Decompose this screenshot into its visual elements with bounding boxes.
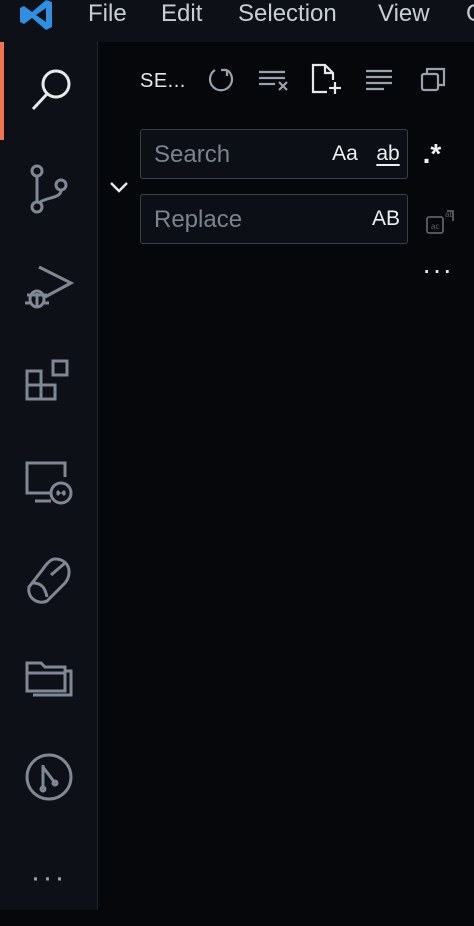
preserve-case-toggle[interactable]: AB <box>367 203 405 235</box>
activity-git-graph[interactable] <box>0 728 97 826</box>
svg-text:ac: ac <box>431 222 439 231</box>
collapse-all-button[interactable] <box>362 62 396 96</box>
testing-icon <box>26 557 71 604</box>
activity-run-debug[interactable] <box>0 238 97 336</box>
new-search-editor-icon <box>311 63 341 94</box>
collapse-all-icon <box>366 69 392 91</box>
menu-bar: File Edit Selection View G <box>0 0 474 42</box>
menu-edit[interactable]: Edit <box>161 0 202 30</box>
search-input[interactable] <box>141 130 336 180</box>
explorer-icon <box>25 661 72 697</box>
replace-all-icon: ab ac <box>426 210 454 234</box>
search-icon <box>31 69 70 111</box>
remote-explorer-icon <box>25 461 72 505</box>
refresh-button[interactable] <box>204 62 238 96</box>
activity-more[interactable]: ··· <box>0 830 97 926</box>
git-graph-icon <box>25 753 72 801</box>
menu-view[interactable]: View <box>378 0 430 30</box>
clear-results-icon <box>259 70 288 91</box>
vscode-logo-icon[interactable] <box>18 0 58 32</box>
search-view: SE... Search Aa ab .* Replace AB ab ac ·… <box>98 42 474 910</box>
toggle-replace-button[interactable] <box>106 174 132 200</box>
match-case-toggle[interactable]: Aa <box>329 138 361 170</box>
replace-field: AB <box>140 194 408 245</box>
search-field: Aa ab .* <box>140 129 441 180</box>
activity-bar: ··· <box>0 42 98 910</box>
menu-go[interactable]: G <box>466 0 474 30</box>
new-search-editor-button[interactable] <box>308 62 342 96</box>
svg-text:ab: ab <box>445 210 454 219</box>
search-details-toggle[interactable]: ··· <box>422 254 453 286</box>
activity-testing[interactable] <box>0 532 97 630</box>
run-debug-icon <box>24 265 74 309</box>
panel-title: SE... <box>140 70 186 92</box>
source-control-icon <box>30 164 67 214</box>
chevron-down-icon <box>110 182 128 193</box>
activity-source-control[interactable] <box>0 140 97 238</box>
activity-search[interactable] <box>0 42 97 140</box>
menu-file[interactable]: File <box>88 0 127 30</box>
extensions-icon <box>25 359 68 401</box>
refresh-icon <box>208 68 234 92</box>
replace-input[interactable] <box>141 195 336 245</box>
activity-explorer[interactable] <box>0 630 97 728</box>
activity-extensions[interactable] <box>0 336 97 434</box>
match-whole-word-toggle[interactable]: ab <box>369 138 407 170</box>
view-as-tree-button[interactable] <box>416 62 450 96</box>
use-regex-toggle[interactable]: .* <box>416 138 448 170</box>
replace-all-button[interactable]: ab ac <box>424 206 456 238</box>
menu-selection[interactable]: Selection <box>238 0 337 30</box>
clear-results-button[interactable] <box>256 62 290 96</box>
view-as-tree-icon <box>420 67 446 92</box>
activity-remote-explorer[interactable] <box>0 434 97 532</box>
